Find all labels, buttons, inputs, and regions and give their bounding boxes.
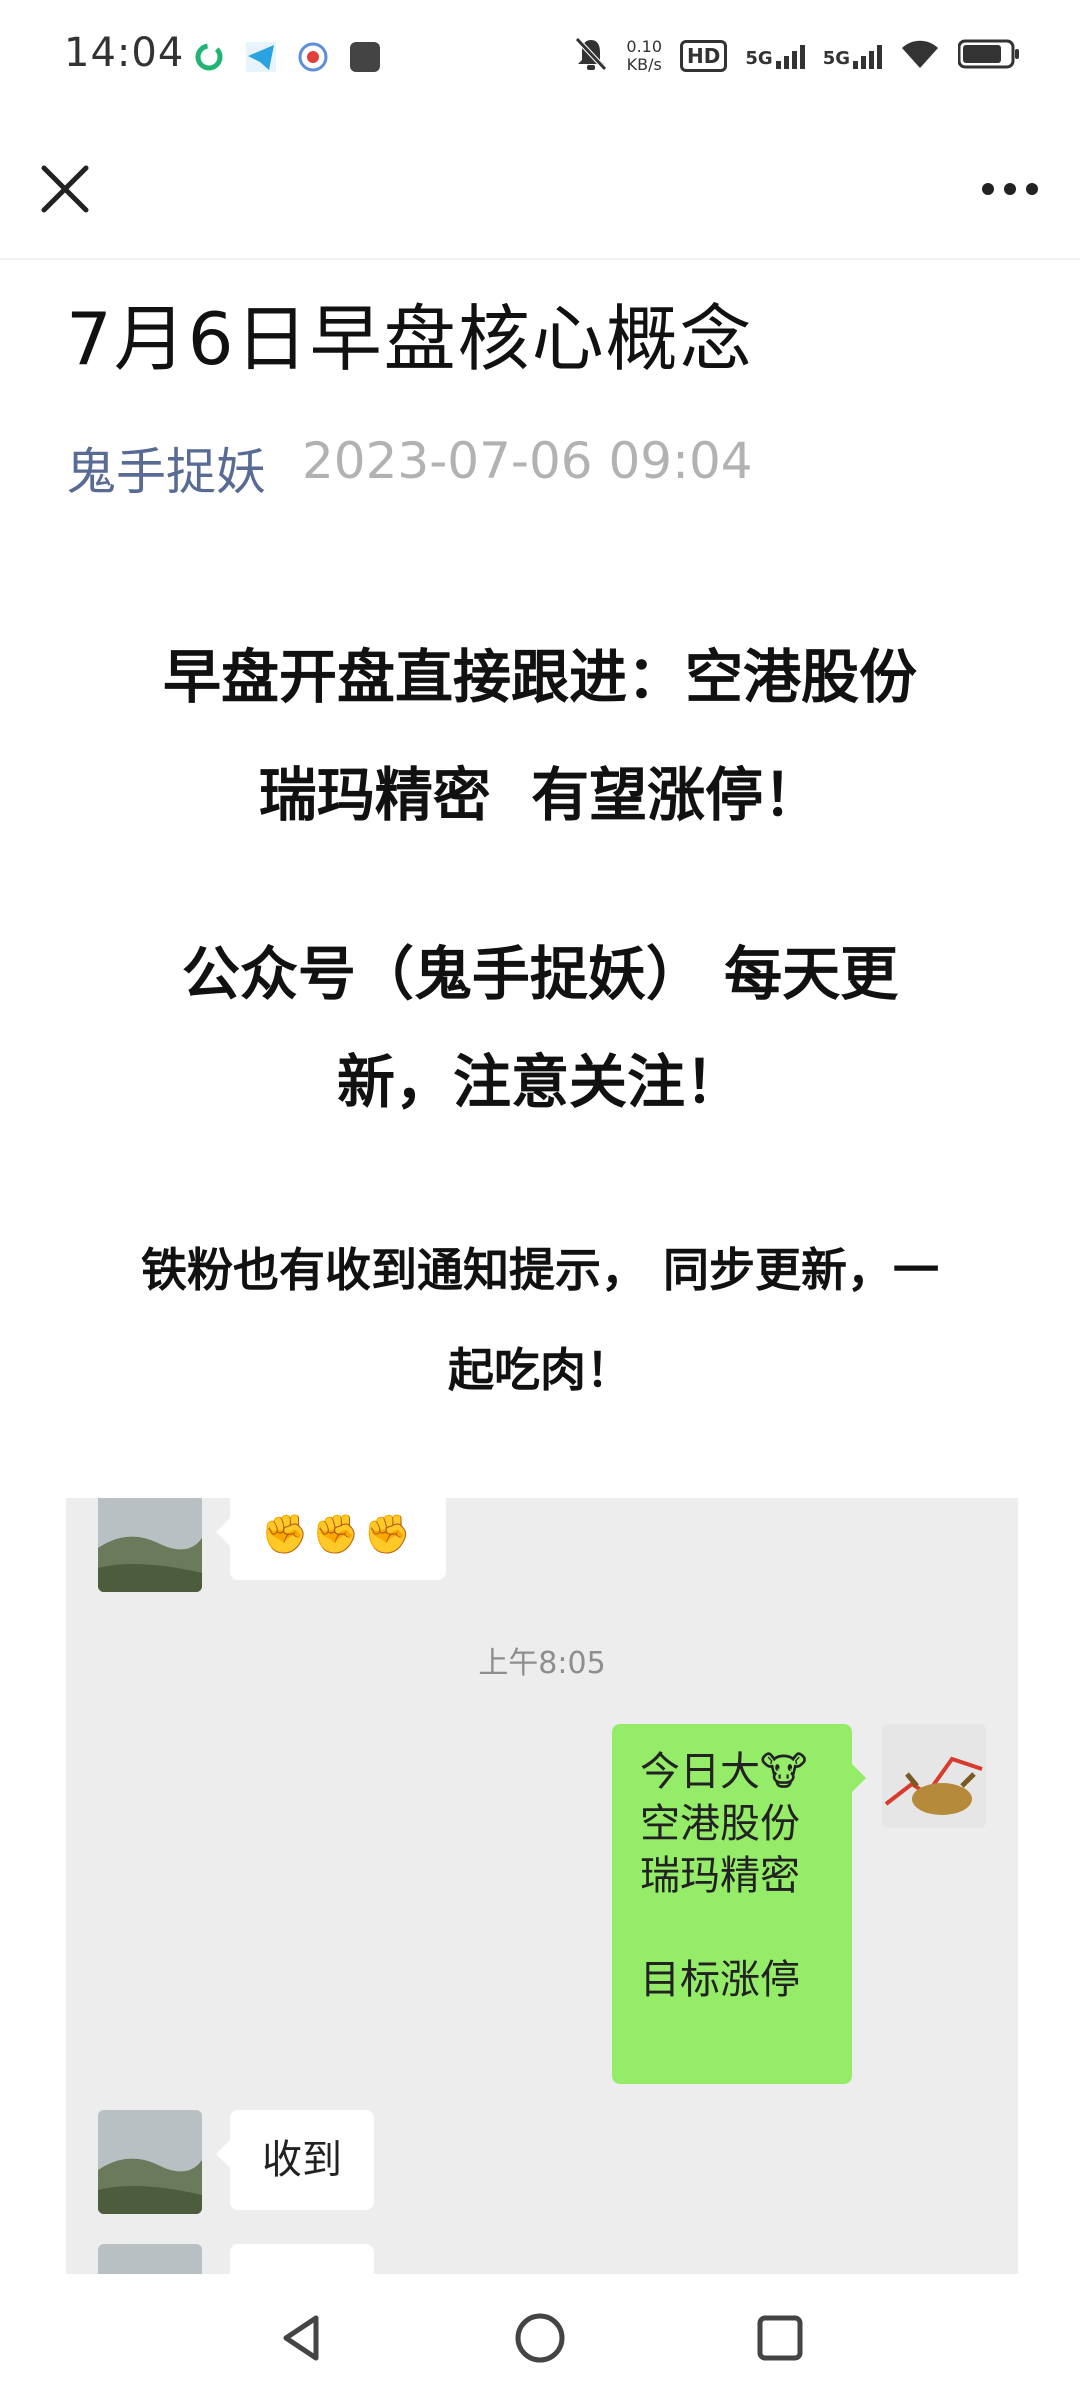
- network-speed-unit: KB/s: [626, 55, 662, 74]
- signal-5g-1-label: 5G: [745, 48, 773, 69]
- status-bar: 14:04 0.10 KB/s HD 5G 5G: [0, 0, 1080, 120]
- paragraph-1-line-2: 瑞玛精密 有望涨停！: [258, 761, 822, 829]
- back-triangle-icon: [283, 2315, 319, 2361]
- wifi-icon: [900, 38, 940, 74]
- recents-button[interactable]: [740, 2298, 820, 2378]
- hd-badge: HD: [680, 40, 728, 72]
- article-paragraph-3: 铁粉也有收到通知提示， 同步更新，一 起吃肉！: [66, 1220, 1014, 1420]
- network-speed-value: 0.10: [626, 37, 663, 56]
- fist-emojis: ✊✊✊: [261, 1511, 415, 1556]
- chat-screenshot-image[interactable]: ✊✊✊ 上午8:05 今日大🐮 空港股份 瑞玛精密 目标涨停 收到: [66, 1498, 1018, 2274]
- paragraph-3-line-1: 铁粉也有收到通知提示， 同步更新，一: [140, 1243, 939, 1297]
- home-button[interactable]: [500, 2298, 580, 2378]
- signal-bars-icon: [853, 43, 882, 69]
- paragraph-1-line-1: 早盘开盘直接跟进：空港股份: [162, 643, 917, 711]
- status-time: 14:04: [64, 30, 185, 76]
- paragraph-3-line-2: 起吃肉！: [448, 1343, 632, 1397]
- contact-avatar: [98, 1498, 202, 1592]
- telegram-app-icon: [244, 40, 278, 74]
- contact-avatar: [98, 2244, 202, 2274]
- reply-text: 收到: [262, 2137, 342, 2183]
- contact-avatar: [98, 2110, 202, 2214]
- app-circle-icon: [296, 40, 330, 74]
- recents-square-icon: [757, 2315, 803, 2361]
- sync-app-icon: [192, 40, 226, 74]
- chat-timestamp: 上午8:05: [478, 1646, 606, 1681]
- network-speed: 0.10 KB/s: [626, 38, 662, 74]
- close-button[interactable]: [30, 154, 100, 224]
- home-circle-icon: [515, 2313, 565, 2363]
- notification-icons: [192, 40, 382, 74]
- sent-message-text: 今日大🐮 空港股份 瑞玛精密 目标涨停: [640, 1749, 808, 2003]
- signal-5g-2: 5G: [823, 43, 882, 69]
- app-square-icon: [348, 40, 382, 74]
- mute-bell-icon: [574, 36, 608, 76]
- received-bubble-partial: [230, 2244, 374, 2274]
- received-reply-bubble: 收到: [216, 2110, 374, 2210]
- more-button[interactable]: [970, 154, 1050, 224]
- back-button[interactable]: [262, 2298, 342, 2378]
- sent-message-bubble: 今日大🐮 空港股份 瑞玛精密 目标涨停: [612, 1724, 866, 2084]
- article-meta: 鬼手捉妖 2023-07-06 09:04: [66, 432, 753, 504]
- my-avatar: [882, 1724, 986, 1828]
- close-icon: [41, 165, 89, 213]
- author-link[interactable]: 鬼手捉妖: [66, 432, 266, 504]
- paragraph-2-line-2: 新，注意关注！: [336, 1048, 743, 1116]
- system-nav-bar: [0, 2274, 1080, 2400]
- article-paragraph-1: 早盘开盘直接跟进：空港股份 瑞玛精密 有望涨停！: [66, 618, 1014, 854]
- signal-bars-icon: [775, 43, 805, 69]
- article-paragraph-2: 公众号（鬼手捉妖） 每天更 新，注意关注！: [66, 920, 1014, 1136]
- more-icon: [982, 183, 994, 195]
- publish-date: 2023-07-06 09:04: [302, 432, 753, 490]
- battery-icon: [957, 38, 1020, 74]
- paragraph-2-line-1: 公众号（鬼手捉妖） 每天更: [181, 940, 899, 1008]
- signal-5g-1: 5G: [745, 43, 805, 69]
- article-title: 7月6日早盘核心概念: [66, 297, 754, 381]
- top-nav-bar: [0, 120, 1080, 260]
- signal-5g-2-label: 5G: [822, 48, 850, 69]
- status-right: 0.10 KB/s HD 5G 5G: [574, 36, 1020, 76]
- received-emoji-bubble: ✊✊✊: [216, 1498, 446, 1580]
